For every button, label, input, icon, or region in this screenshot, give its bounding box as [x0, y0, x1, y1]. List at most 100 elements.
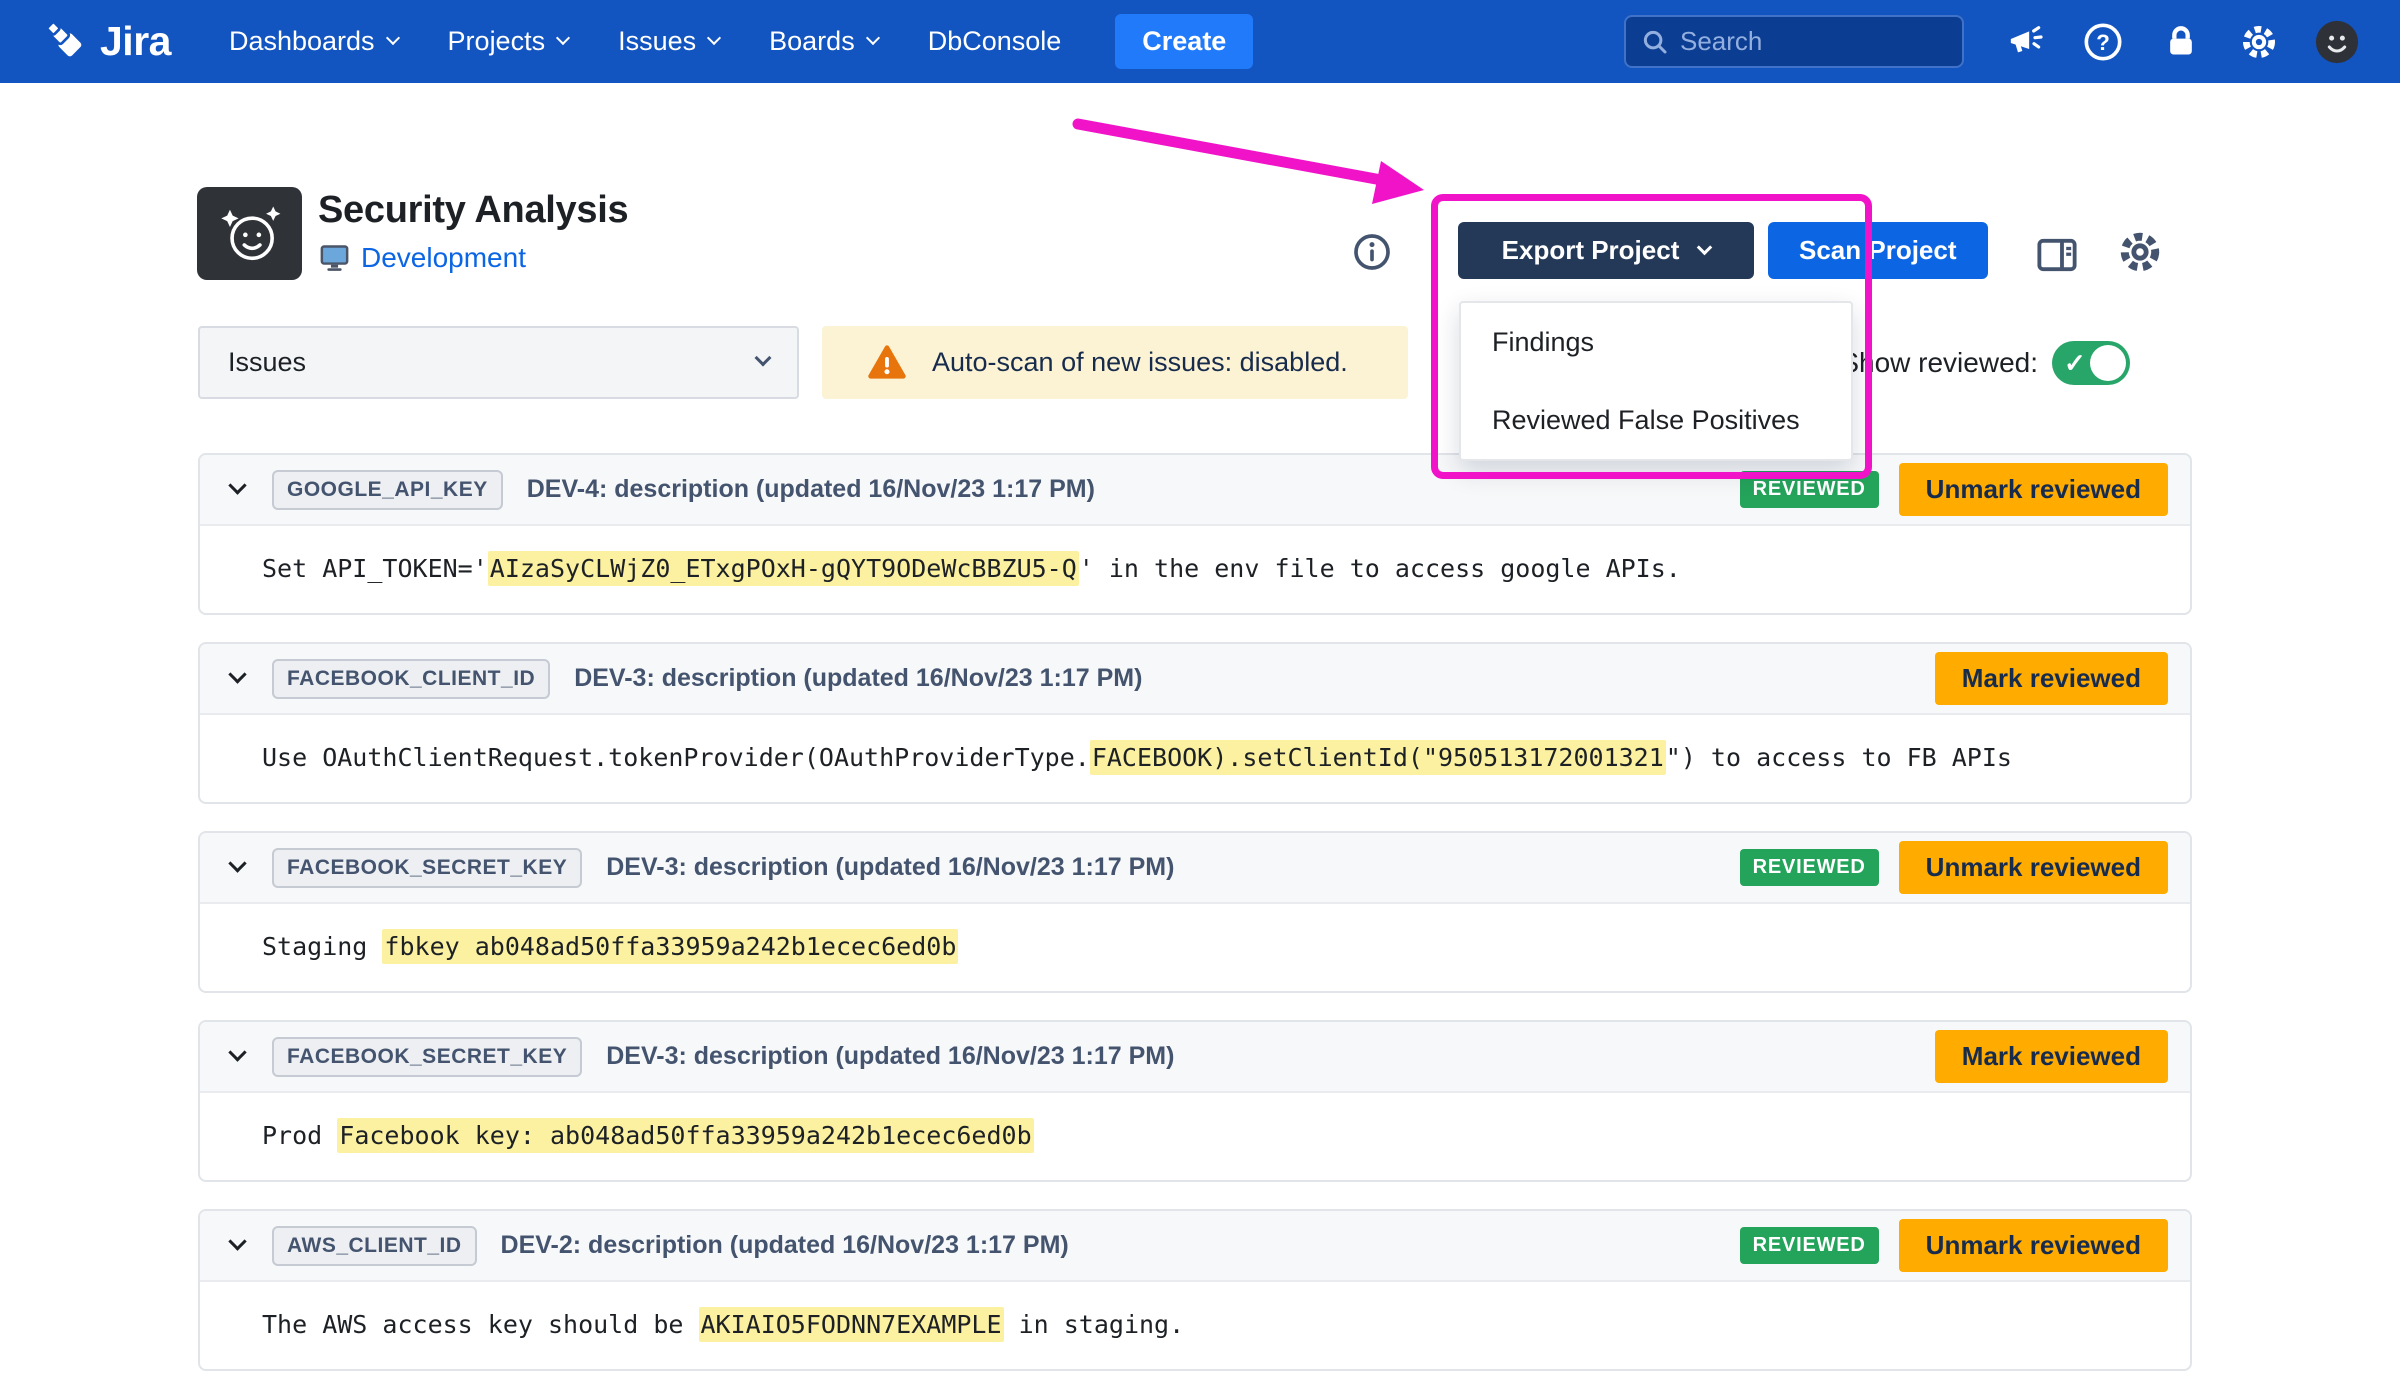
issue-card: AWS_CLIENT_ID DEV-2: description (update…: [198, 1209, 2192, 1371]
nav-item-dbconsole[interactable]: DbConsole: [928, 26, 1062, 57]
secret-highlight: Facebook key: ab048ad50ffa33959a242b1ece…: [337, 1118, 1034, 1153]
issue-type-badge: GOOGLE_API_KEY: [272, 469, 503, 510]
jira-logo-icon: [46, 20, 82, 56]
chevron-down-icon: [385, 30, 400, 46]
chevron-down-icon: [227, 1043, 247, 1062]
project-avatar: [197, 187, 302, 280]
secret-highlight: FACEBOOK).setClientId("950513172001321: [1089, 740, 1666, 775]
user-avatar-icon: [2315, 20, 2359, 63]
body-text: Staging: [262, 932, 383, 961]
chevron-down-icon: [1697, 239, 1713, 255]
logo-text: Jira: [100, 18, 171, 64]
reviewed-badge: REVIEWED: [1739, 471, 1879, 508]
secret-highlight: fbkey ab048ad50ffa33959a242b1ecec6ed0b: [382, 929, 959, 964]
issue-type-select[interactable]: Issues: [198, 326, 799, 399]
reviewed-badge: REVIEWED: [1739, 1227, 1879, 1264]
chevron-down-icon: [227, 854, 247, 873]
collapse-button[interactable]: [222, 1232, 252, 1251]
body-text: Prod: [262, 1121, 338, 1150]
collapse-button[interactable]: [222, 665, 252, 684]
scan-project-button[interactable]: Scan Project: [1768, 222, 1988, 279]
help-icon: ?: [2084, 23, 2122, 60]
chevron-down-icon: [227, 476, 247, 495]
review-action-button[interactable]: Unmark reviewed: [1898, 841, 2168, 894]
secret-highlight: AIzaSyCLWjZ0_ETxgPOxH-gQYT9ODeWcBBZU5-Q: [487, 551, 1079, 586]
issue-card: FACEBOOK_SECRET_KEY DEV-3: description (…: [198, 1020, 2192, 1182]
chevron-down-icon: [865, 30, 880, 46]
review-action-button[interactable]: Mark reviewed: [1934, 652, 2168, 705]
info-button[interactable]: [1352, 232, 1392, 272]
annotation-arrow: [1072, 118, 1424, 204]
issue-title: DEV-3: description (updated 16/Nov/23 1:…: [606, 853, 1175, 881]
search-box[interactable]: [1624, 15, 1964, 68]
issue-list: GOOGLE_API_KEY DEV-4: description (updat…: [198, 453, 2192, 1398]
issue-card-header: AWS_CLIENT_ID DEV-2: description (update…: [200, 1211, 2190, 1282]
issue-body: Set API_TOKEN='AIzaSyCLWjZ0_ETxgPOxH-gQY…: [200, 526, 2190, 613]
info-icon: [1354, 234, 1390, 270]
toggle-knob: [2090, 345, 2126, 381]
issue-card-header: GOOGLE_API_KEY DEV-4: description (updat…: [200, 455, 2190, 526]
body-text: ' in the env file to access google APIs.: [1078, 554, 1681, 583]
check-icon: ✓: [2064, 348, 2086, 378]
create-button[interactable]: Create: [1115, 14, 1254, 69]
issue-header-actions: REVIEWED Unmark reviewed: [1739, 1219, 2168, 1272]
issue-title: DEV-3: description (updated 16/Nov/23 1:…: [606, 1042, 1175, 1070]
chevron-down-icon: [227, 1232, 247, 1251]
project-titles: Security Analysis Development: [318, 187, 629, 274]
issue-header-actions: REVIEWED Unmark reviewed: [1739, 841, 2168, 894]
issue-type-badge: FACEBOOK_SECRET_KEY: [272, 847, 583, 888]
collapse-button[interactable]: [222, 476, 252, 495]
issue-card: FACEBOOK_CLIENT_ID DEV-3: description (u…: [198, 642, 2192, 804]
project-type-link[interactable]: Development: [361, 242, 526, 274]
review-action-button[interactable]: Unmark reviewed: [1898, 463, 2168, 516]
help-button[interactable]: ?: [2080, 19, 2126, 65]
body-text: Use OAuthClientRequest.tokenProvider(OAu…: [262, 743, 1090, 772]
lock-icon: [2170, 25, 2192, 54]
collapse-button[interactable]: [222, 854, 252, 873]
nav-item-label: DbConsole: [927, 26, 1062, 56]
issue-header-actions: REVIEWED Unmark reviewed: [1739, 463, 2168, 516]
search-input[interactable]: [1680, 26, 1948, 57]
issue-body: Staging fbkey ab048ad50ffa33959a242b1ece…: [200, 904, 2190, 991]
svg-text:?: ?: [2096, 29, 2110, 54]
menu-item-reviewed-false-positives[interactable]: Reviewed False Positives: [1461, 381, 1851, 459]
announcements-button[interactable]: [2002, 19, 2048, 65]
details-view-button[interactable]: [2034, 232, 2080, 278]
settings-button[interactable]: [2236, 19, 2282, 65]
show-reviewed-toggle[interactable]: ✓: [2052, 341, 2130, 385]
issue-card: GOOGLE_API_KEY DEV-4: description (updat…: [198, 453, 2192, 615]
collapse-button[interactable]: [222, 1043, 252, 1062]
nav-item-projects[interactable]: Projects: [448, 26, 571, 57]
issue-body: Use OAuthClientRequest.tokenProvider(OAu…: [200, 715, 2190, 802]
panel-icon: [2037, 238, 2077, 272]
export-project-button[interactable]: Export Project: [1458, 222, 1754, 279]
review-action-button[interactable]: Mark reviewed: [1934, 1030, 2168, 1083]
nav-item-label: Issues: [618, 26, 697, 56]
page-title: Security Analysis: [318, 189, 629, 231]
project-settings-button[interactable]: [2116, 228, 2164, 276]
issue-card-header: FACEBOOK_SECRET_KEY DEV-3: description (…: [200, 833, 2190, 904]
issue-header-actions: Mark reviewed: [1934, 1030, 2168, 1083]
nav-item-issues[interactable]: Issues: [618, 26, 722, 57]
monitor-icon: [320, 245, 349, 271]
issue-card-header: FACEBOOK_SECRET_KEY DEV-3: description (…: [200, 1022, 2190, 1093]
menu-item-findings[interactable]: Findings: [1461, 303, 1851, 381]
top-navbar: Jira Dashboards Projects Issues Boards D…: [0, 0, 2400, 83]
issue-type-badge: AWS_CLIENT_ID: [272, 1225, 477, 1266]
nav-item-dashboards[interactable]: Dashboards: [229, 26, 400, 57]
issue-header-actions: Mark reviewed: [1934, 652, 2168, 705]
secret-highlight: AKIAIO5FODNN7EXAMPLE: [698, 1307, 1004, 1342]
review-action-button[interactable]: Unmark reviewed: [1898, 1219, 2168, 1272]
chevron-down-icon: [556, 30, 571, 46]
permissions-button[interactable]: [2158, 19, 2204, 65]
body-text: ") to access to FB APIs: [1665, 743, 2012, 772]
nav-item-boards[interactable]: Boards: [769, 26, 880, 57]
user-avatar[interactable]: [2314, 19, 2360, 65]
warning-icon: [868, 344, 906, 379]
chevron-down-icon: [754, 349, 772, 367]
nav-item-label: Boards: [769, 26, 855, 56]
issue-type-badge: FACEBOOK_CLIENT_ID: [272, 658, 551, 699]
jira-logo[interactable]: Jira: [44, 18, 171, 65]
issue-card-header: FACEBOOK_CLIENT_ID DEV-3: description (u…: [200, 644, 2190, 715]
body-text: The AWS access key should be: [262, 1310, 699, 1339]
